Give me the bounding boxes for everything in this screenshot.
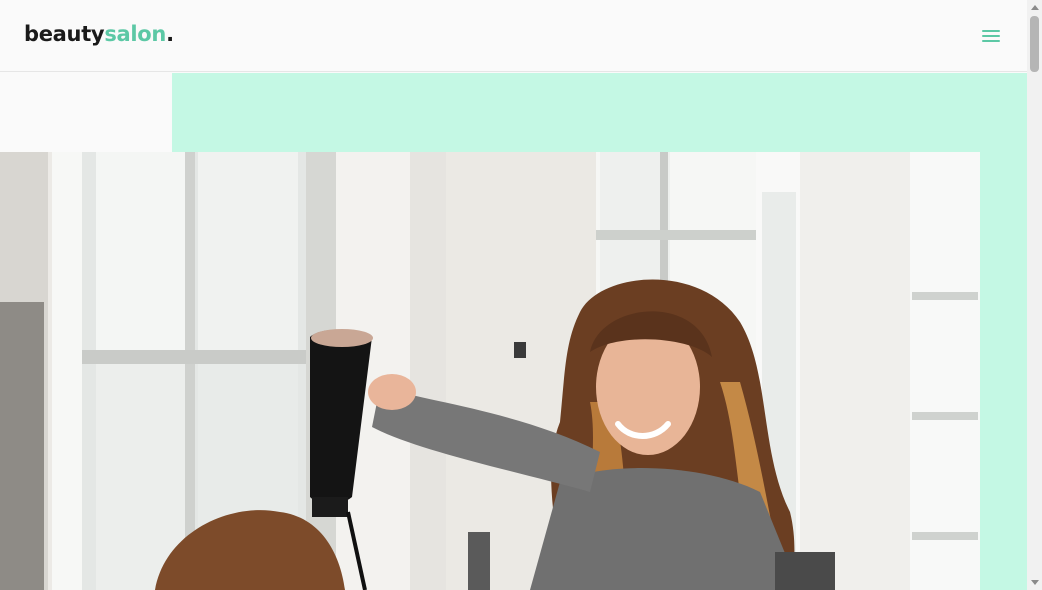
scrollbar-thumb[interactable]	[1030, 16, 1039, 72]
hero-image	[0, 152, 980, 590]
triangle-up-icon[interactable]	[1027, 0, 1042, 15]
hamburger-menu-icon[interactable]	[978, 24, 1004, 48]
triangle-down-icon[interactable]	[1027, 575, 1042, 590]
page-viewport: beautysalon.	[0, 0, 1027, 590]
site-header: beautysalon.	[0, 0, 1027, 72]
logo-text-beauty: beauty	[24, 22, 105, 46]
logo-text-salon: salon	[104, 22, 167, 46]
logo-dot: .	[166, 22, 174, 46]
vertical-scrollbar[interactable]	[1027, 0, 1042, 590]
site-logo[interactable]: beautysalon.	[24, 22, 174, 46]
